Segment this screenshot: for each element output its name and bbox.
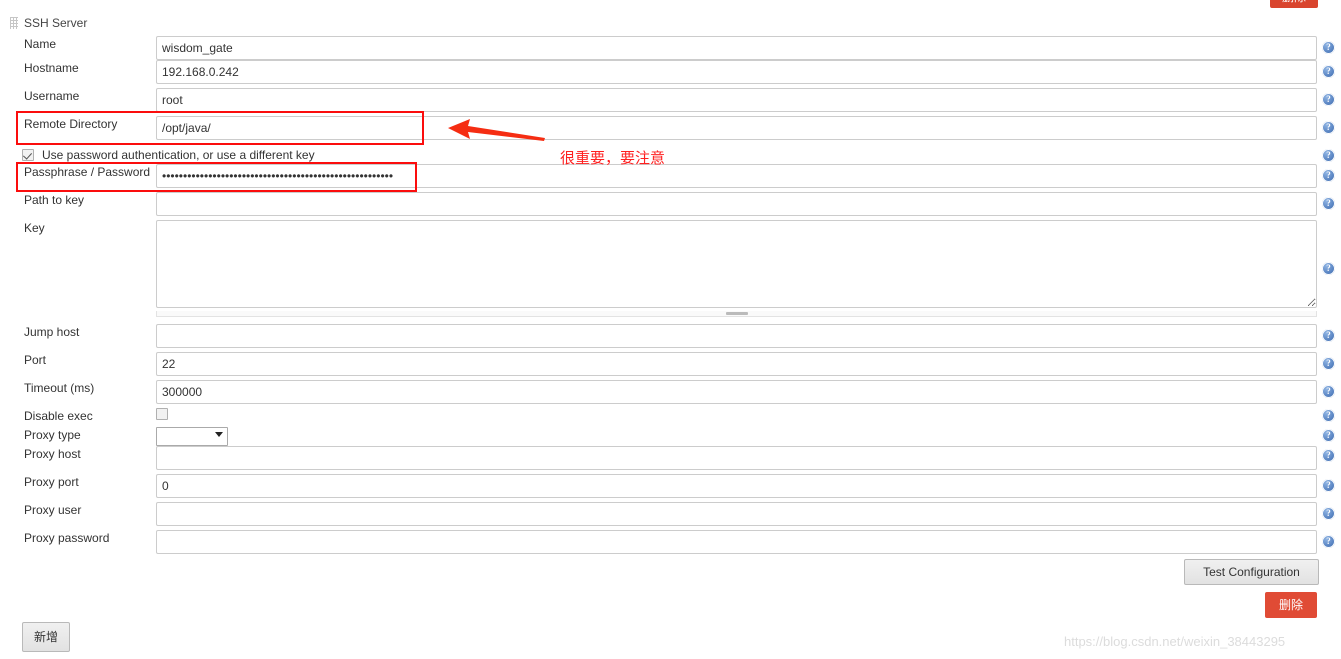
input-username[interactable]	[156, 88, 1317, 112]
help-icon-hostname[interactable]: ?	[1322, 65, 1335, 78]
textarea-key[interactable]	[156, 220, 1317, 308]
help-icon-username[interactable]: ?	[1322, 93, 1335, 106]
field-row-key: Key	[0, 220, 1341, 316]
help-icon-jump-host[interactable]: ?	[1322, 329, 1335, 342]
textarea-resize-handle[interactable]	[156, 311, 1317, 317]
checkbox-disable-exec[interactable]	[156, 408, 168, 420]
help-icon-port[interactable]: ?	[1322, 357, 1335, 370]
label-path-to-key: Path to key	[24, 193, 85, 207]
help-icon-use-password-auth[interactable]: ?	[1322, 149, 1335, 162]
resize-grip-icon	[725, 312, 748, 315]
help-icon-proxy-type[interactable]: ?	[1322, 429, 1335, 442]
help-icon-disable-exec[interactable]: ?	[1322, 409, 1335, 422]
field-row-proxy-port: Proxy port	[0, 474, 1341, 502]
select-proxy-type-wrapper[interactable]	[156, 427, 228, 446]
input-remote-directory[interactable]	[156, 116, 1317, 140]
field-row-port: Port	[0, 352, 1341, 380]
label-proxy-port: Proxy port	[24, 475, 79, 489]
add-button[interactable]: 新增	[22, 622, 70, 652]
input-proxy-port[interactable]	[156, 474, 1317, 498]
label-port: Port	[24, 353, 47, 367]
help-icon-remote-directory[interactable]: ?	[1322, 121, 1335, 134]
label-jump-host: Jump host	[24, 325, 80, 339]
section-header: SSH Server	[10, 16, 87, 30]
label-name: Name	[24, 37, 57, 51]
label-proxy-type: Proxy type	[24, 428, 81, 442]
help-icon-proxy-password[interactable]: ?	[1322, 535, 1335, 548]
ssh-server-config-page: 删除 SSH Server Name ? Hostname ? Username…	[0, 0, 1341, 659]
input-jump-host[interactable]	[156, 324, 1317, 348]
field-row-jump-host: Jump host	[0, 324, 1341, 352]
label-remote-directory: Remote Directory	[24, 117, 118, 131]
test-configuration-button[interactable]: Test Configuration	[1184, 559, 1319, 585]
field-row-remote-directory: Remote Directory	[0, 116, 1341, 144]
help-icon-passphrase[interactable]: ?	[1322, 169, 1335, 182]
input-proxy-password[interactable]	[156, 530, 1317, 554]
field-row-disable-exec: Disable exec	[0, 408, 1341, 428]
field-row-passphrase: Passphrase / Password	[0, 164, 1341, 192]
input-hostname[interactable]	[156, 60, 1317, 84]
help-icon-timeout[interactable]: ?	[1322, 385, 1335, 398]
label-proxy-host: Proxy host	[24, 447, 81, 461]
help-icon-proxy-user[interactable]: ?	[1322, 507, 1335, 520]
watermark-text: https://blog.csdn.net/weixin_38443295	[1064, 634, 1286, 649]
help-icon-key[interactable]: ?	[1322, 262, 1335, 275]
select-proxy-type[interactable]	[156, 427, 228, 446]
annotation-note: 很重要，要注意	[560, 149, 666, 167]
use-password-auth-label: Use password authentication, or use a di…	[42, 148, 315, 162]
help-icon-proxy-host[interactable]: ?	[1322, 449, 1335, 462]
delete-button[interactable]: 删除	[1265, 592, 1317, 618]
label-timeout: Timeout (ms)	[24, 381, 95, 395]
label-proxy-password: Proxy password	[24, 531, 110, 545]
help-icon-proxy-port[interactable]: ?	[1322, 479, 1335, 492]
label-hostname: Hostname	[24, 61, 79, 75]
field-row-proxy-user: Proxy user	[0, 502, 1341, 530]
input-path-to-key[interactable]	[156, 192, 1317, 216]
field-row-proxy-host: Proxy host	[0, 446, 1341, 474]
field-row-proxy-password: Proxy password	[0, 530, 1341, 558]
input-port[interactable]	[156, 352, 1317, 376]
top-delete-button[interactable]: 删除	[1270, 0, 1318, 8]
help-icon-name[interactable]: ?	[1322, 41, 1335, 54]
help-icon-path-to-key[interactable]: ?	[1322, 197, 1335, 210]
input-passphrase[interactable]	[156, 164, 1317, 188]
drag-handle-icon[interactable]	[10, 17, 18, 29]
section-title: SSH Server	[24, 16, 88, 30]
field-row-path-to-key: Path to key	[0, 192, 1341, 220]
label-username: Username	[24, 89, 80, 103]
use-password-auth-checkbox[interactable]	[22, 149, 34, 161]
input-timeout[interactable]	[156, 380, 1317, 404]
label-key: Key	[24, 221, 45, 235]
field-row-hostname: Hostname	[0, 60, 1341, 88]
input-proxy-user[interactable]	[156, 502, 1317, 526]
label-proxy-user: Proxy user	[24, 503, 82, 517]
label-disable-exec: Disable exec	[24, 409, 93, 423]
field-row-timeout: Timeout (ms)	[0, 380, 1341, 408]
use-password-auth-row[interactable]: Use password authentication, or use a di…	[22, 148, 315, 162]
field-row-username: Username	[0, 88, 1341, 116]
label-passphrase: Passphrase / Password	[24, 165, 151, 179]
input-name[interactable]	[156, 36, 1317, 60]
input-proxy-host[interactable]	[156, 446, 1317, 470]
